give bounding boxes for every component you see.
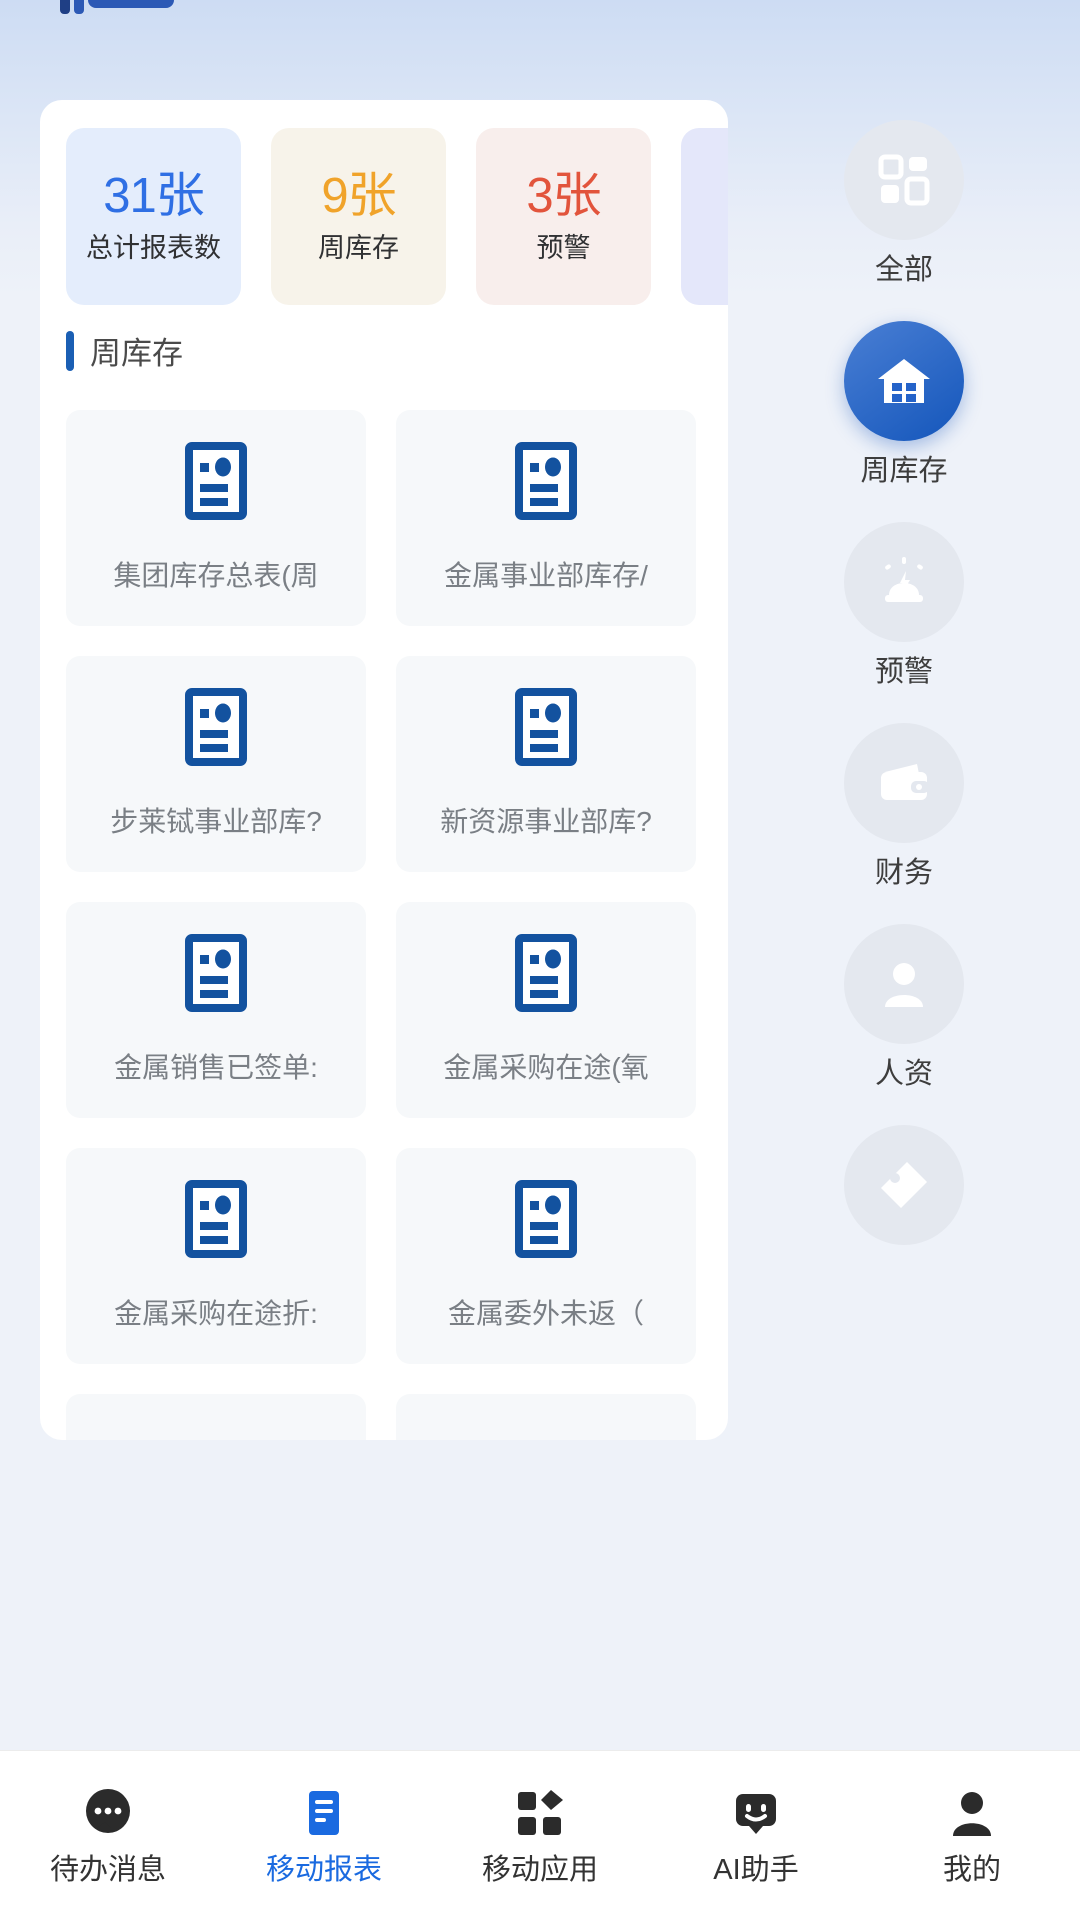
stat-value: 3张 (526, 172, 600, 221)
report-grid: 集团库存总表(周 金属事业部库存/ (66, 410, 728, 1440)
rail-item-label: 周库存 (860, 457, 947, 486)
section-header: 周库存 (66, 328, 183, 373)
stat-card-alert[interactable]: 3张 预警 (476, 128, 651, 305)
stat-label: 周库存 (318, 235, 399, 262)
report-card-label: 金属事业部库存/ (396, 554, 696, 594)
person-icon (873, 953, 935, 1015)
report-card-label: 金属采购在途折: (66, 1292, 366, 1332)
stat-label: 总计报表数 (86, 235, 221, 262)
report-doc-icon (515, 442, 577, 520)
tab-label: 移动应用 (482, 1856, 598, 1885)
document-icon (297, 1786, 351, 1840)
rail-item-label: 预警 (875, 658, 933, 687)
rail-icon-bg (844, 120, 964, 240)
report-card-label: 金属采购在途(氧 (396, 1046, 696, 1086)
rail-item-hr[interactable]: 人资 (816, 924, 992, 1089)
tab-mobile-report[interactable]: 移动报表 (216, 1751, 432, 1920)
rail-item-label: 财务 (875, 859, 933, 888)
report-doc-icon (515, 688, 577, 766)
section-accent-bar (66, 331, 74, 371)
tab-mobile-apps[interactable]: 移动应用 (432, 1751, 648, 1920)
stat-value: 9张 (321, 172, 395, 221)
tab-ai-assistant[interactable]: AI助手 (648, 1751, 864, 1920)
stat-card-weekly-stock[interactable]: 9张 周库存 (271, 128, 446, 305)
report-card[interactable]: 金属销售已签单: (66, 902, 366, 1118)
tab-label: AI助手 (713, 1856, 798, 1885)
rail-item-label: 人资 (875, 1060, 933, 1089)
rail-item-partial[interactable] (816, 1125, 992, 1261)
rail-icon-bg (844, 924, 964, 1044)
report-card[interactable]: 金属采购在途(氧 (396, 902, 696, 1118)
report-panel: 31张 总计报表数 9张 周库存 3张 预警 周库存 (40, 100, 728, 1440)
report-card-label: 集团库存总表(周 (66, 554, 366, 594)
wallet-icon (873, 752, 935, 814)
rail-item-label: 全部 (875, 256, 933, 285)
apps-grid-icon (513, 1786, 567, 1840)
tab-label: 我的 (943, 1856, 1001, 1885)
report-doc-icon (185, 442, 247, 520)
rail-icon-bg (844, 1125, 964, 1245)
report-doc-icon (515, 934, 577, 1012)
user-icon (945, 1786, 999, 1840)
section-title: 周库存 (90, 328, 183, 373)
rail-icon-bg (844, 321, 964, 441)
report-card[interactable]: 新资源事业部库? (396, 656, 696, 872)
tab-mine[interactable]: 我的 (864, 1751, 1080, 1920)
warehouse-icon (872, 349, 936, 413)
tab-todo-messages[interactable]: 待办消息 (0, 1751, 216, 1920)
grid-apps-icon (873, 149, 935, 211)
ai-smile-icon (729, 1786, 783, 1840)
report-card[interactable]: 金属采购在途折: (66, 1148, 366, 1364)
stat-card-strip[interactable]: 31张 总计报表数 9张 周库存 3张 预警 (40, 128, 728, 308)
category-rail: 全部 周库存 (728, 100, 1080, 1440)
stat-label: 预警 (537, 235, 591, 262)
rail-item-finance[interactable]: 财务 (816, 723, 992, 888)
tab-label: 移动报表 (266, 1856, 382, 1885)
rail-icon-bg (844, 723, 964, 843)
rail-item-alert[interactable]: 预警 (816, 522, 992, 687)
report-card-label: 步莱铽事业部库? (66, 800, 366, 840)
report-card-label: 金属销售已签单: (66, 1046, 366, 1086)
report-card[interactable]: 步莱铽事业部库? (66, 656, 366, 872)
mobile-report-screen: 31张 总计报表数 9张 周库存 3张 预警 周库存 (0, 0, 1080, 1920)
stat-card-partial[interactable] (681, 128, 728, 305)
report-card-label: 新资源事业部库? (396, 800, 696, 840)
report-card[interactable] (396, 1394, 696, 1440)
alarm-light-icon (873, 551, 935, 613)
report-card[interactable]: 集团库存总表(周 (66, 410, 366, 626)
chat-dots-icon (81, 1786, 135, 1840)
report-card[interactable] (66, 1394, 366, 1440)
rail-item-all[interactable]: 全部 (816, 120, 992, 285)
report-doc-icon (515, 1180, 577, 1258)
report-card[interactable]: 金属事业部库存/ (396, 410, 696, 626)
rail-item-weekly-stock[interactable]: 周库存 (816, 321, 992, 486)
tab-label: 待办消息 (50, 1856, 166, 1885)
hero-illustration (30, 0, 210, 60)
report-doc-icon (185, 688, 247, 766)
tag-icon (873, 1154, 935, 1216)
stat-value: 31张 (103, 172, 204, 221)
report-doc-icon (185, 934, 247, 1012)
stat-card-total[interactable]: 31张 总计报表数 (66, 128, 241, 305)
rail-icon-bg (844, 522, 964, 642)
report-doc-icon (185, 1180, 247, 1258)
report-card-label: 金属委外未返（ (396, 1292, 696, 1332)
report-card[interactable]: 金属委外未返（ (396, 1148, 696, 1364)
bottom-tab-bar: 待办消息 移动报表 移动应用 (0, 1750, 1080, 1920)
